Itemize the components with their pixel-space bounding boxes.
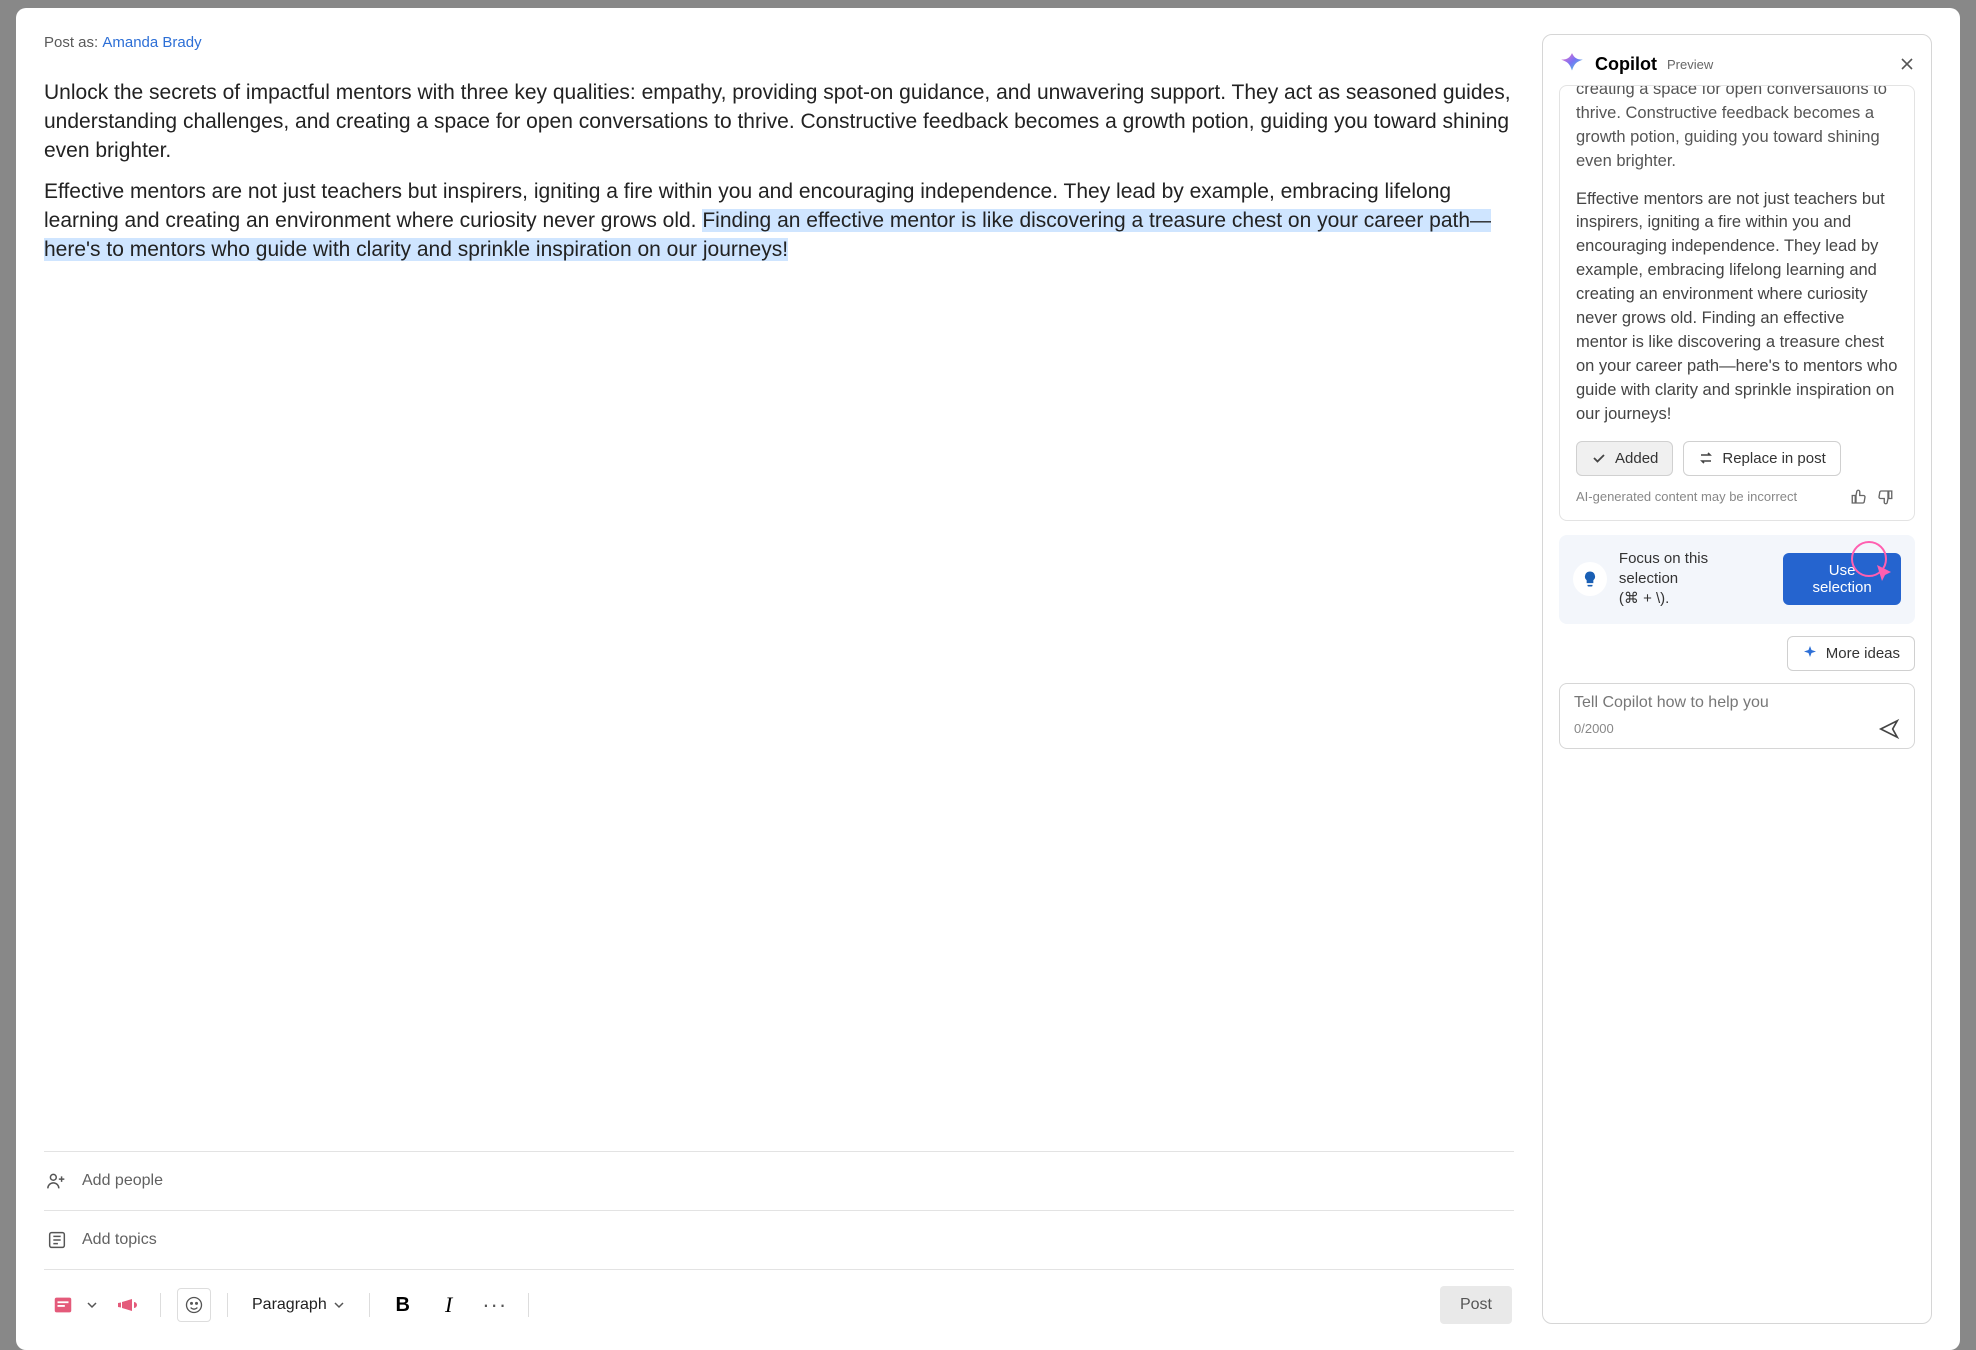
chevron-down-icon[interactable] — [86, 1299, 98, 1311]
post-as-row: Post as: Amanda Brady — [44, 34, 1514, 51]
use-selection-button[interactable]: Use selection — [1783, 553, 1901, 605]
copilot-preview-badge: Preview — [1667, 57, 1713, 72]
copilot-response-p1: unwavering support. They act as seasoned… — [1576, 85, 1898, 174]
copilot-response-p2: Effective mentors are not just teachers … — [1576, 188, 1898, 427]
add-people-placeholder: Add people — [82, 1172, 163, 1190]
send-button[interactable] — [1878, 718, 1900, 740]
sparkle-icon — [1802, 645, 1818, 661]
emoji-icon[interactable] — [177, 1288, 211, 1322]
swap-icon — [1698, 450, 1714, 466]
char-count: 0/2000 — [1574, 721, 1614, 736]
ai-disclaimer: AI-generated content may be incorrect — [1576, 489, 1797, 504]
add-topics-placeholder: Add topics — [82, 1231, 157, 1249]
copilot-header: Copilot Preview — [1559, 51, 1915, 77]
copilot-input[interactable] — [1574, 694, 1900, 712]
editor-bottom: Add people Add topics — [44, 1151, 1514, 1324]
badge-icon[interactable] — [46, 1288, 80, 1322]
focus-selection-card: Focus on this selection (⌘ + \). Use sel… — [1559, 535, 1915, 624]
divider — [369, 1293, 370, 1317]
copilot-title: Copilot — [1595, 54, 1657, 75]
post-as-label: Post as: — [44, 34, 98, 51]
lightbulb-icon — [1573, 562, 1607, 596]
compose-modal: Post as: Amanda Brady Unlock the secrets… — [16, 8, 1960, 1350]
added-button[interactable]: Added — [1576, 441, 1673, 476]
replace-in-post-button[interactable]: Replace in post — [1683, 441, 1840, 476]
topics-icon — [46, 1229, 68, 1251]
divider — [160, 1293, 161, 1317]
thumbs-up-button[interactable] — [1846, 486, 1872, 508]
paragraph-2[interactable]: Effective mentors are not just teachers … — [44, 178, 1514, 265]
check-icon — [1591, 450, 1607, 466]
paragraph-style-select[interactable]: Paragraph — [244, 1292, 353, 1318]
add-people-input[interactable]: Add people — [44, 1151, 1514, 1210]
editor-pane: Post as: Amanda Brady Unlock the secrets… — [44, 34, 1514, 1324]
editor-toolbar: Paragraph B I ··· Post — [44, 1269, 1514, 1324]
people-icon — [46, 1170, 68, 1192]
divider — [227, 1293, 228, 1317]
copilot-panel: Copilot Preview unwavering support. They… — [1542, 34, 1932, 1324]
close-icon[interactable] — [1899, 56, 1915, 72]
copilot-icon — [1559, 51, 1585, 77]
paragraph-1[interactable]: Unlock the secrets of impactful mentors … — [44, 79, 1514, 166]
add-topics-input[interactable]: Add topics — [44, 1210, 1514, 1269]
megaphone-icon[interactable] — [110, 1288, 144, 1322]
divider — [528, 1293, 529, 1317]
chevron-down-icon — [333, 1299, 345, 1311]
copilot-response-card: unwavering support. They act as seasoned… — [1559, 85, 1915, 521]
more-formatting-button[interactable]: ··· — [478, 1288, 512, 1322]
more-ideas-button[interactable]: More ideas — [1787, 636, 1915, 671]
copilot-input-wrap[interactable]: 0/2000 — [1559, 683, 1915, 749]
post-as-name[interactable]: Amanda Brady — [102, 34, 201, 51]
thumbs-down-button[interactable] — [1872, 486, 1898, 508]
post-button[interactable]: Post — [1440, 1286, 1512, 1324]
editor-content[interactable]: Unlock the secrets of impactful mentors … — [44, 79, 1514, 1151]
focus-selection-text: Focus on this selection (⌘ + \). — [1619, 549, 1771, 610]
bold-button[interactable]: B — [386, 1288, 420, 1322]
italic-button[interactable]: I — [432, 1288, 466, 1322]
